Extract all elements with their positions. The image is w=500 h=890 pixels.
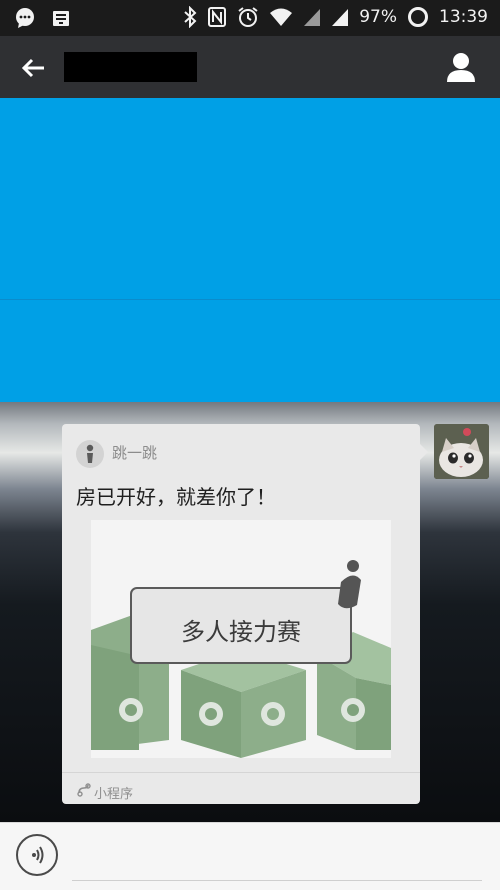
battery-percent: 97%	[359, 7, 397, 27]
mini-program-label: 小程序	[94, 787, 134, 802]
input-bar	[0, 822, 500, 890]
bluetooth-icon	[184, 6, 197, 28]
jump-figure-icon	[86, 444, 94, 463]
mini-program-card[interactable]: 跳一跳 房已开好，就差你了！ 多人接力赛 小程序	[62, 424, 420, 804]
card-message: 房已开好，就差你了！	[76, 485, 276, 509]
preview-title: 多人接力赛	[181, 618, 301, 646]
person-icon[interactable]	[444, 50, 478, 84]
highlight-overlay	[0, 98, 500, 402]
download-icon	[53, 11, 69, 26]
card-pointer	[420, 444, 428, 460]
mini-program-link-icon	[77, 783, 91, 797]
voice-input-button[interactable]	[16, 834, 58, 876]
wifi-icon	[270, 8, 293, 26]
back-arrow-icon[interactable]	[18, 52, 50, 84]
alarm-icon	[238, 7, 258, 27]
highlight-divider	[0, 299, 500, 300]
chat-bubble-icon	[16, 8, 34, 28]
message-input-underline[interactable]	[72, 880, 482, 881]
status-left-icons	[14, 7, 72, 29]
app-icon	[76, 440, 104, 468]
signal-icon	[304, 9, 321, 26]
card-footer-divider	[62, 772, 420, 773]
cat-avatar-icon	[434, 424, 489, 479]
card-preview-image: 多人接力赛	[91, 520, 391, 758]
avatar[interactable]	[434, 424, 489, 479]
status-right-icons: 97% 13:39	[183, 6, 488, 28]
chat-title-redacted	[64, 52, 197, 82]
voice-input-icon	[32, 846, 44, 864]
battery-ring-icon	[408, 7, 428, 27]
nfc-icon	[208, 7, 227, 27]
signal-icon	[332, 9, 349, 26]
clock-time: 13:39	[439, 7, 488, 27]
status-bar: 97% 13:39	[0, 0, 500, 36]
chat-header	[0, 36, 500, 98]
app-name: 跳一跳	[112, 444, 158, 462]
